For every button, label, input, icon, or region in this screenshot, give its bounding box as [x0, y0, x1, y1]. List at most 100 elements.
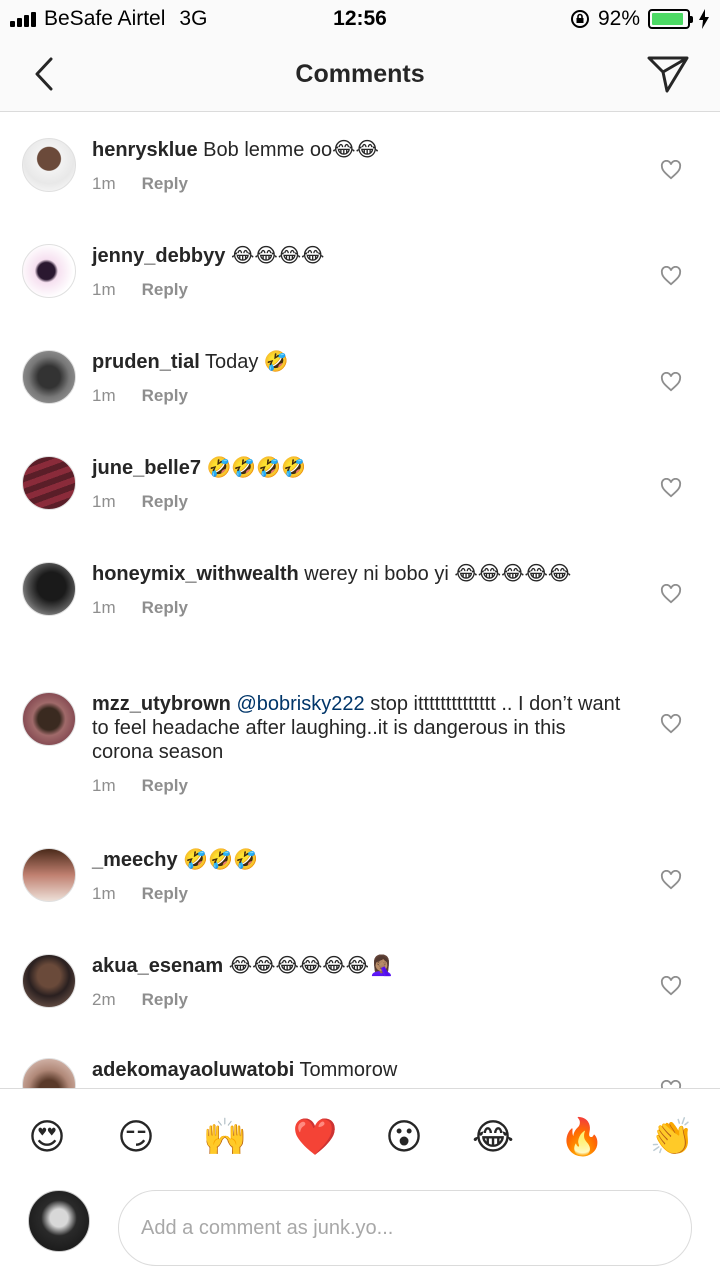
comment-time: 1m [92, 776, 116, 795]
reply-button[interactable]: Reply [142, 990, 188, 1010]
comment-username[interactable]: akua_esenam [92, 955, 223, 977]
heart-icon[interactable] [660, 1080, 682, 1088]
comment-meta: 1m Reply [92, 492, 632, 512]
avatar[interactable] [22, 562, 76, 616]
comment-text: honeymix_withwealth werey ni bobo yi 😂😂😂… [92, 562, 632, 586]
heart-icon[interactable] [660, 160, 682, 180]
comment-meta: 1m Reply [92, 386, 632, 406]
avatar[interactable] [22, 692, 76, 746]
battery-level [652, 13, 684, 25]
comment-text: henrysklue Bob lemme oo😂😂 [92, 138, 632, 162]
avatar[interactable] [22, 954, 76, 1008]
chevron-left-icon [35, 57, 53, 91]
header: Comments [0, 38, 720, 112]
emoji-quick-bar: 😍 😏 🙌 ❤️ 😮 😂 🔥 👏 [0, 1088, 720, 1184]
reply-button[interactable]: Reply [142, 280, 188, 300]
comment-body: june_belle7 🤣🤣🤣🤣 1m Reply [92, 456, 632, 512]
heart-icon[interactable] [660, 714, 682, 734]
comment-meta: 1m Reply [92, 776, 632, 796]
comment-username[interactable]: mzz_utybrown [92, 693, 231, 715]
comment-message: Bob lemme oo😂😂 [203, 139, 379, 161]
avatar[interactable] [22, 244, 76, 298]
heart-icon[interactable] [660, 584, 682, 604]
comment-message: 🤣🤣🤣🤣 [206, 457, 307, 479]
comments-list[interactable]: henrysklue Bob lemme oo😂😂 1m Reply jenny_… [0, 112, 720, 1088]
comment-time: 1m [92, 280, 116, 299]
comment-meta: 1m Reply [92, 174, 632, 194]
reply-button[interactable]: Reply [142, 174, 188, 194]
battery-icon [648, 9, 693, 29]
avatar[interactable] [22, 138, 76, 192]
battery-percent: 92% [597, 7, 640, 30]
heart-icon[interactable] [660, 266, 682, 286]
emoji-red-heart-button[interactable]: ❤️ [290, 1115, 340, 1159]
page-title: Comments [295, 60, 425, 88]
comment-username[interactable]: _meechy [92, 849, 178, 871]
status-right: 92% [570, 7, 710, 31]
comment-text: akua_esenam 😂😂😂😂😂😂🤦🏽‍♀️ [92, 954, 632, 978]
comment-meta: 2m Reply [92, 990, 632, 1010]
reply-button[interactable]: Reply [142, 776, 188, 796]
emoji-tears-of-joy-button[interactable]: 😂 [468, 1115, 518, 1159]
my-avatar[interactable] [28, 1190, 90, 1252]
heart-icon[interactable] [660, 976, 682, 996]
comment-message: 😂😂😂😂 [230, 245, 325, 267]
comment-input[interactable] [118, 1190, 692, 1266]
comment-text: jenny_debbyy 😂😂😂😂 [92, 244, 632, 268]
comment-body: honeymix_withwealth werey ni bobo yi 😂😂😂… [92, 562, 632, 618]
comment-username[interactable]: pruden_tial [92, 351, 200, 373]
emoji-heart-eyes-button[interactable]: 😍 [22, 1115, 72, 1159]
paper-plane-icon [647, 56, 689, 93]
reply-button[interactable]: Reply [142, 598, 188, 618]
share-button[interactable] [644, 50, 692, 98]
avatar[interactable] [22, 350, 76, 404]
charging-icon [699, 9, 709, 29]
comment-text: _meechy 🤣🤣🤣 [92, 848, 632, 872]
comment-time: 1m [92, 884, 116, 903]
avatar[interactable] [22, 456, 76, 510]
comment-username[interactable]: honeymix_withwealth [92, 563, 299, 585]
heart-icon[interactable] [660, 372, 682, 392]
emoji-surprised-button[interactable]: 😮 [379, 1115, 429, 1159]
comment-username[interactable]: jenny_debbyy [92, 245, 225, 267]
comment-message: 🤣🤣🤣 [183, 849, 258, 871]
comment-meta: 1m Reply [92, 598, 632, 618]
comment-meta: 1m Reply [92, 280, 632, 300]
comment-message: Today 🤣 [205, 351, 289, 373]
comment-body: henrysklue Bob lemme oo😂😂 1m Reply [92, 138, 632, 194]
comment-message: Tommorow [299, 1059, 398, 1081]
heart-icon[interactable] [660, 870, 682, 890]
comment-meta: 1m Reply [92, 884, 632, 904]
comment-username[interactable]: adekomayaoluwatobi [92, 1059, 294, 1081]
comment-time: 1m [92, 174, 116, 193]
comment-body: mzz_utybrown @bobrisky222 stop itttttttt… [92, 692, 632, 796]
comment-time: 2m [92, 990, 116, 1009]
emoji-fire-button[interactable]: 🔥 [557, 1115, 607, 1159]
avatar[interactable] [22, 1058, 76, 1088]
orientation-lock-icon [570, 10, 589, 28]
comment-time: 1m [92, 598, 116, 617]
comment-body: pruden_tial Today 🤣 1m Reply [92, 350, 632, 406]
comment-time: 1m [92, 386, 116, 405]
comment-text: mzz_utybrown @bobrisky222 stop itttttttt… [92, 692, 632, 764]
reply-button[interactable]: Reply [142, 386, 188, 406]
avatar[interactable] [22, 848, 76, 902]
comment-text: pruden_tial Today 🤣 [92, 350, 632, 374]
comment-text: june_belle7 🤣🤣🤣🤣 [92, 456, 632, 480]
comment-message: 😂😂😂😂😂😂🤦🏽‍♀️ [228, 955, 394, 977]
reply-button[interactable]: Reply [142, 492, 188, 512]
status-bar: BeSafe Airtel 3G 12:56 92% [0, 0, 720, 38]
emoji-smirk-button[interactable]: 😏 [111, 1115, 161, 1159]
comment-message: werey ni bobo yi 😂😂😂😂😂 [304, 563, 572, 585]
heart-icon[interactable] [660, 478, 682, 498]
comment-username[interactable]: june_belle7 [92, 457, 201, 479]
comment-mention[interactable]: @bobrisky222 [236, 693, 364, 715]
emoji-clap-button[interactable]: 👏 [647, 1115, 697, 1159]
comment-input-bar [0, 1184, 720, 1280]
reply-button[interactable]: Reply [142, 884, 188, 904]
comment-body: adekomayaoluwatobi Tommorow [92, 1058, 632, 1082]
emoji-raised-hands-button[interactable]: 🙌 [200, 1115, 250, 1159]
comment-text: adekomayaoluwatobi Tommorow [92, 1058, 632, 1082]
comment-username[interactable]: henrysklue [92, 139, 198, 161]
back-button[interactable] [22, 52, 66, 96]
